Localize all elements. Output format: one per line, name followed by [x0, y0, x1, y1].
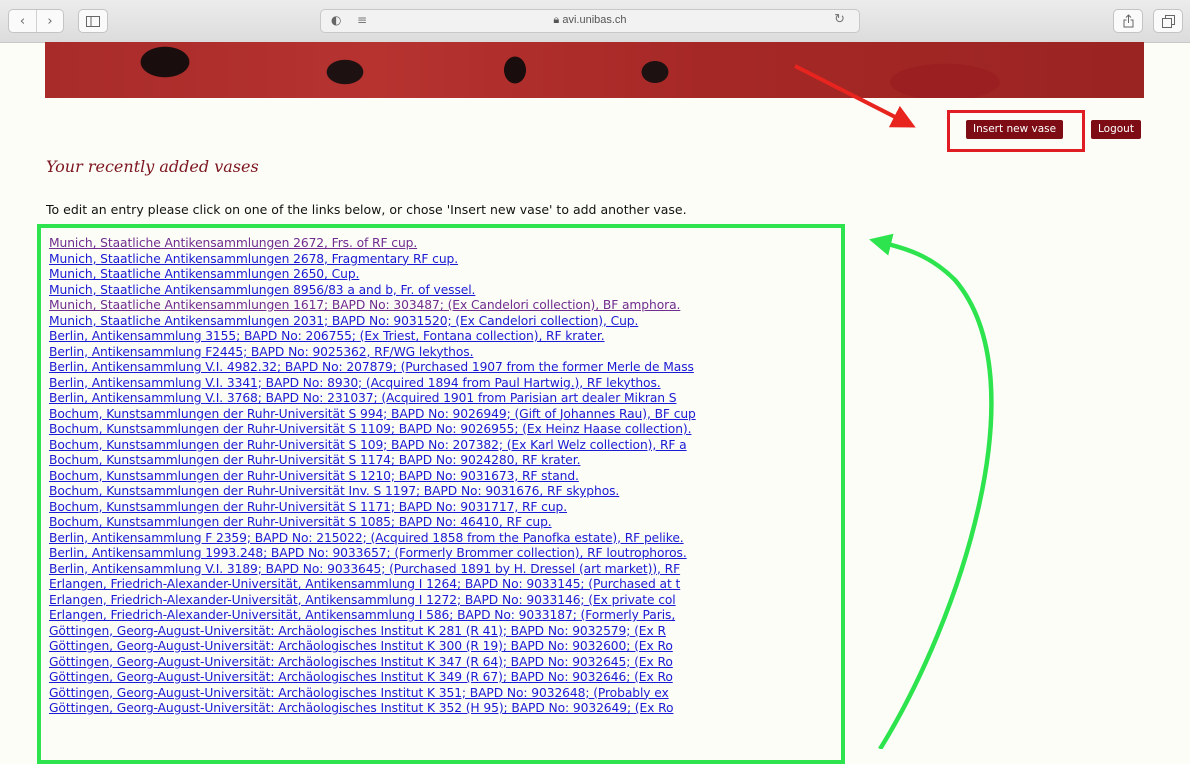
- list-item: Munich, Staatliche Antikensammlungen 895…: [49, 283, 839, 299]
- forward-button[interactable]: ›: [36, 10, 63, 32]
- list-item: Berlin, Antikensammlung V.I. 3189; BAPD …: [49, 562, 839, 578]
- vase-link[interactable]: Munich, Staatliche Antikensammlungen 203…: [49, 314, 638, 328]
- sidebar-icon: [79, 10, 107, 32]
- vase-link[interactable]: Bochum, Kunstsammlungen der Ruhr-Univers…: [49, 453, 581, 467]
- list-item: Bochum, Kunstsammlungen der Ruhr-Univers…: [49, 469, 839, 485]
- list-item: Bochum, Kunstsammlungen der Ruhr-Univers…: [49, 500, 839, 516]
- vase-link[interactable]: Munich, Staatliche Antikensammlungen 895…: [49, 283, 475, 297]
- list-item: Munich, Staatliche Antikensammlungen 265…: [49, 267, 839, 283]
- back-button[interactable]: ‹: [9, 10, 36, 32]
- list-item: Göttingen, Georg-August-Universität: Arc…: [49, 624, 839, 640]
- list-item: Bochum, Kunstsammlungen der Ruhr-Univers…: [49, 422, 839, 438]
- list-item: Munich, Staatliche Antikensammlungen 267…: [49, 236, 839, 252]
- list-item: Bochum, Kunstsammlungen der Ruhr-Univers…: [49, 438, 839, 454]
- header-banner-image: [45, 42, 1144, 98]
- list-item: Munich, Staatliche Antikensammlungen 267…: [49, 252, 839, 268]
- vase-link[interactable]: Berlin, Antikensammlung V.I. 3768; BAPD …: [49, 391, 677, 405]
- vase-link[interactable]: Berlin, Antikensammlung 3155; BAPD No: 2…: [49, 329, 605, 343]
- browser-toolbar: ‹ › ◐ ≡ 🔒︎ avi.unibas.ch ↻: [0, 0, 1190, 43]
- vase-link[interactable]: Göttingen, Georg-August-Universität: Arc…: [49, 639, 673, 653]
- nav-buttons: ‹ ›: [8, 9, 64, 33]
- url-display[interactable]: 🔒︎ avi.unibas.ch: [321, 14, 859, 27]
- green-arrow-icon: [869, 233, 994, 749]
- list-item: Berlin, Antikensammlung V.I. 4982.32; BA…: [49, 360, 839, 376]
- list-item: Berlin, Antikensammlung F 2359; BAPD No:…: [49, 531, 839, 547]
- tabs-icon: [1154, 10, 1182, 32]
- list-item: Erlangen, Friedrich-Alexander-Universitä…: [49, 608, 839, 624]
- vase-link[interactable]: Munich, Staatliche Antikensammlungen 267…: [49, 252, 458, 266]
- page-title: Your recently added vases: [46, 157, 259, 176]
- vase-link[interactable]: Berlin, Antikensammlung V.I. 3341; BAPD …: [49, 376, 661, 390]
- vase-link[interactable]: Munich, Staatliche Antikensammlungen 161…: [49, 298, 680, 312]
- vase-link[interactable]: Berlin, Antikensammlung V.I. 4982.32; BA…: [49, 360, 694, 374]
- vase-link[interactable]: Bochum, Kunstsammlungen der Ruhr-Univers…: [49, 407, 696, 421]
- tabs-button[interactable]: [1153, 9, 1183, 33]
- insert-new-vase-button[interactable]: Insert new vase: [966, 120, 1064, 139]
- list-item: Göttingen, Georg-August-Universität: Arc…: [49, 639, 839, 655]
- vase-link[interactable]: Erlangen, Friedrich-Alexander-Universitä…: [49, 593, 676, 607]
- vase-link[interactable]: Göttingen, Georg-August-Universität: Arc…: [49, 701, 674, 715]
- list-item: Bochum, Kunstsammlungen der Ruhr-Univers…: [49, 453, 839, 469]
- address-bar[interactable]: ◐ ≡ 🔒︎ avi.unibas.ch ↻: [320, 9, 860, 33]
- list-item: Munich, Staatliche Antikensammlungen 161…: [49, 298, 839, 314]
- vase-link[interactable]: Bochum, Kunstsammlungen der Ruhr-Univers…: [49, 469, 579, 483]
- list-item: Berlin, Antikensammlung F2445; BAPD No: …: [49, 345, 839, 361]
- vase-link[interactable]: Göttingen, Georg-August-Universität: Arc…: [49, 655, 673, 669]
- vase-link[interactable]: Göttingen, Georg-August-Universität: Arc…: [49, 624, 666, 638]
- vase-link[interactable]: Munich, Staatliche Antikensammlungen 265…: [49, 267, 359, 281]
- intro-text: To edit an entry please click on one of …: [46, 202, 687, 217]
- vase-link[interactable]: Berlin, Antikensammlung F 2359; BAPD No:…: [49, 531, 684, 545]
- list-item: Berlin, Antikensammlung V.I. 3341; BAPD …: [49, 376, 839, 392]
- vase-link[interactable]: Bochum, Kunstsammlungen der Ruhr-Univers…: [49, 438, 687, 452]
- share-icon: [1114, 10, 1142, 32]
- list-item: Munich, Staatliche Antikensammlungen 203…: [49, 314, 839, 330]
- vase-link[interactable]: Bochum, Kunstsammlungen der Ruhr-Univers…: [49, 515, 552, 529]
- vase-link[interactable]: Berlin, Antikensammlung F2445; BAPD No: …: [49, 345, 473, 359]
- list-item: Erlangen, Friedrich-Alexander-Universitä…: [49, 577, 839, 593]
- list-item: Berlin, Antikensammlung V.I. 3768; BAPD …: [49, 391, 839, 407]
- list-item: Bochum, Kunstsammlungen der Ruhr-Univers…: [49, 484, 839, 500]
- vase-link[interactable]: Bochum, Kunstsammlungen der Ruhr-Univers…: [49, 484, 619, 498]
- url-text: avi.unibas.ch: [562, 14, 627, 26]
- share-button[interactable]: [1113, 9, 1143, 33]
- list-item: Erlangen, Friedrich-Alexander-Universitä…: [49, 593, 839, 609]
- list-item: Göttingen, Georg-August-Universität: Arc…: [49, 670, 839, 686]
- links-highlight-box: Munich, Staatliche Antikensammlungen 267…: [37, 224, 845, 764]
- logout-button[interactable]: Logout: [1091, 120, 1141, 139]
- list-item: Bochum, Kunstsammlungen der Ruhr-Univers…: [49, 407, 839, 423]
- list-item: Berlin, Antikensammlung 1993.248; BAPD N…: [49, 546, 839, 562]
- list-item: Göttingen, Georg-August-Universität: Arc…: [49, 686, 839, 702]
- chevron-right-icon: ›: [47, 13, 53, 29]
- vase-link[interactable]: Göttingen, Georg-August-Universität: Arc…: [49, 686, 669, 700]
- vase-links-list: Munich, Staatliche Antikensammlungen 267…: [49, 236, 839, 717]
- vase-link[interactable]: Göttingen, Georg-August-Universität: Arc…: [49, 670, 673, 684]
- vase-link[interactable]: Berlin, Antikensammlung V.I. 3189; BAPD …: [49, 562, 680, 576]
- sidebar-button[interactable]: [78, 9, 108, 33]
- list-item: Berlin, Antikensammlung 3155; BAPD No: 2…: [49, 329, 839, 345]
- vase-link[interactable]: Erlangen, Friedrich-Alexander-Universitä…: [49, 577, 680, 591]
- vase-link[interactable]: Erlangen, Friedrich-Alexander-Universitä…: [49, 608, 675, 622]
- list-item: Bochum, Kunstsammlungen der Ruhr-Univers…: [49, 515, 839, 531]
- list-item: Göttingen, Georg-August-Universität: Arc…: [49, 701, 839, 717]
- reload-icon[interactable]: ↻: [834, 12, 845, 27]
- chevron-left-icon: ‹: [19, 13, 26, 29]
- vase-link[interactable]: Berlin, Antikensammlung 1993.248; BAPD N…: [49, 546, 687, 560]
- lock-icon: 🔒︎: [553, 14, 560, 26]
- vase-link[interactable]: Bochum, Kunstsammlungen der Ruhr-Univers…: [49, 500, 567, 514]
- list-item: Göttingen, Georg-August-Universität: Arc…: [49, 655, 839, 671]
- vase-link[interactable]: Bochum, Kunstsammlungen der Ruhr-Univers…: [49, 422, 692, 436]
- vase-link[interactable]: Munich, Staatliche Antikensammlungen 267…: [49, 236, 417, 250]
